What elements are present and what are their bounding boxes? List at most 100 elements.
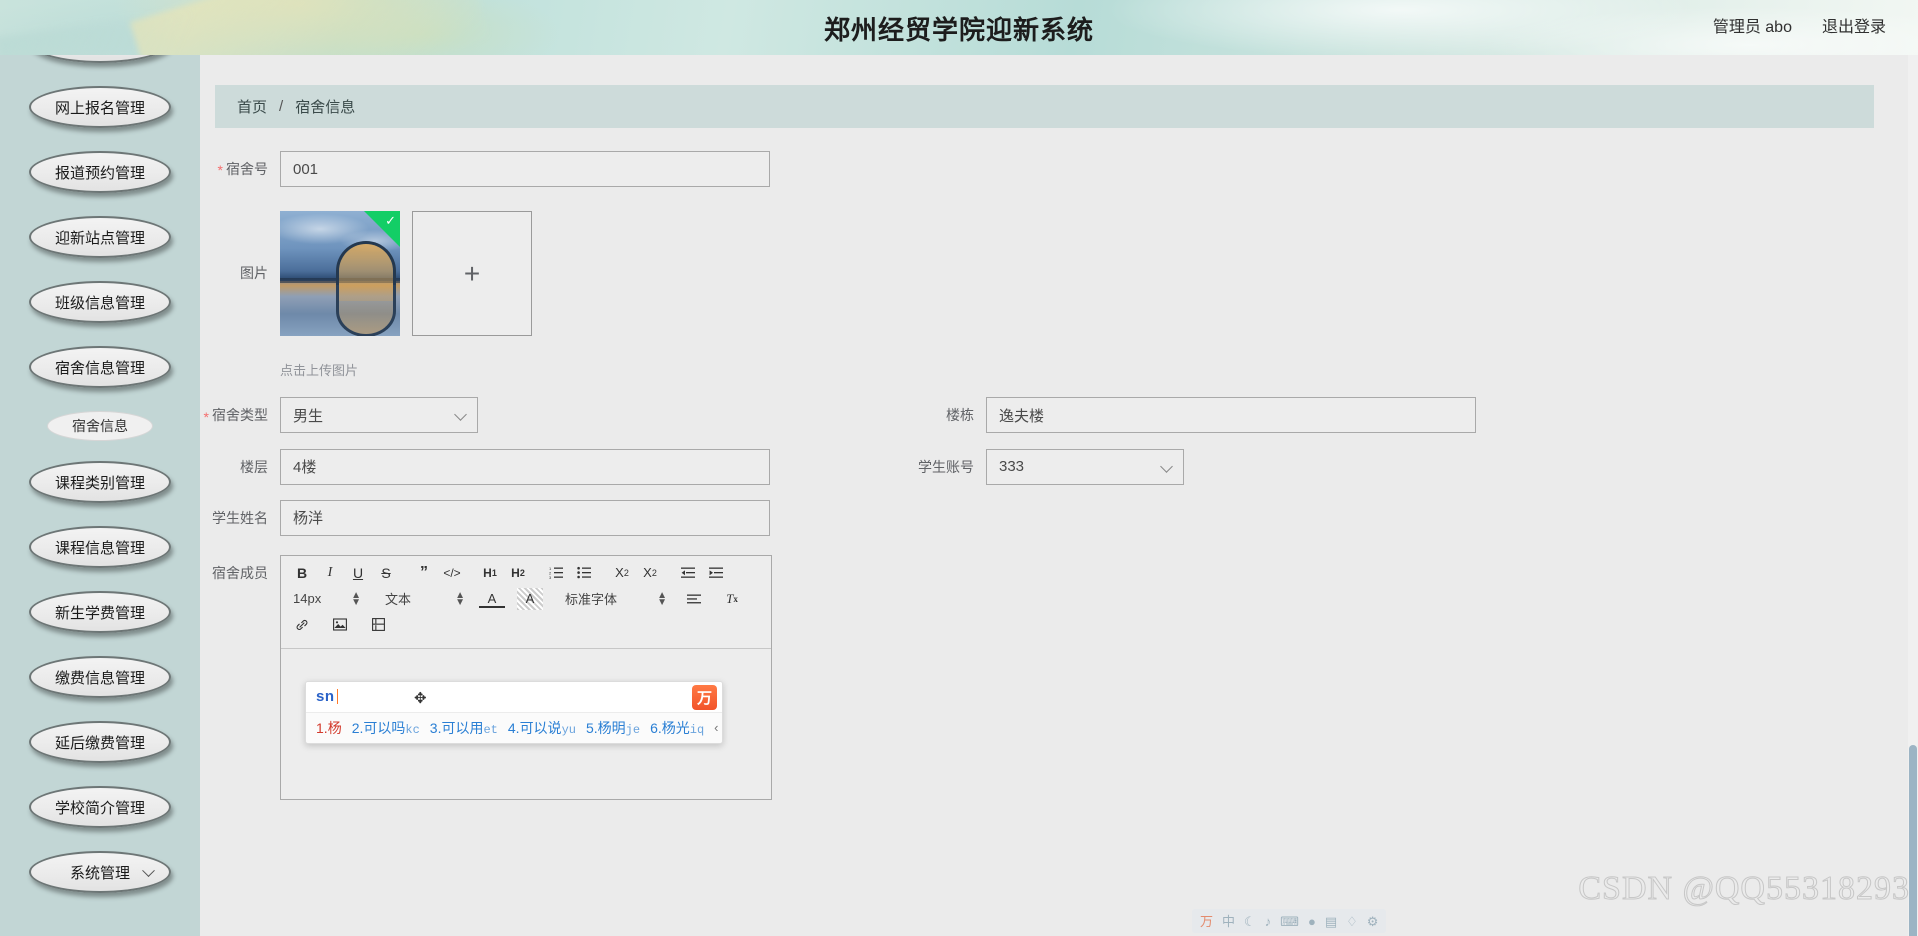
dorm-type-select[interactable] (280, 397, 478, 434)
logout-button[interactable]: 退出登录 (1822, 13, 1886, 37)
ime-page-nav[interactable]: ‹ › (714, 720, 722, 735)
keyboard-icon[interactable]: ⌨ (1280, 915, 1299, 928)
clear-format-icon[interactable]: Tx (719, 588, 745, 610)
field-floor: 楼层 (200, 448, 770, 485)
stepper-icon: ▲ ▼ (455, 589, 465, 608)
text-style-picker[interactable]: 文本 ▲ ▼ (381, 588, 469, 610)
code-block-icon[interactable]: </> (439, 562, 465, 584)
bold-icon[interactable]: B (289, 562, 315, 584)
image-icon[interactable] (327, 614, 353, 636)
sogou-logo-icon[interactable]: 万 (1200, 915, 1213, 928)
heading-2-icon[interactable]: H2 (505, 562, 531, 584)
svg-text:3: 3 (549, 575, 552, 579)
ime-candidate-6[interactable]: 6.杨光iq (650, 718, 704, 738)
outdent-icon[interactable] (675, 562, 701, 584)
video-icon[interactable] (365, 614, 391, 636)
strikethrough-icon[interactable]: S (373, 562, 399, 584)
floor-input[interactable] (280, 448, 770, 485)
editor-content-area[interactable]: sn ✥ 万 1.杨 2.可以吗kc 3.可以用et 4.可以说yu 5.杨明j (281, 648, 771, 799)
sidebar-item-online-registration[interactable]: 网上报名管理 (29, 86, 171, 128)
scrollbar-thumb[interactable] (1909, 745, 1917, 936)
required-star-icon: * (217, 162, 223, 179)
sidebar[interactable]: 网上报名管理 报道预约管理 迎新站点管理 班级信息管理 宿舍信息管理 宿舍信息 … (0, 43, 200, 936)
sidebar-item-payment-info[interactable]: 缴费信息管理 (29, 656, 171, 698)
background-color-icon[interactable]: A (517, 587, 543, 610)
page-scrollbar[interactable] (1908, 55, 1918, 936)
font-size-picker[interactable]: 14px ▲ ▼ (289, 588, 365, 610)
font-family-picker[interactable]: 标准字体 ▲ ▼ (561, 588, 671, 610)
student-name-label: 学生姓名 (212, 509, 268, 526)
student-account-select[interactable] (986, 448, 1184, 485)
chevron-down-icon (142, 864, 155, 878)
sidebar-item-class-info[interactable]: 班级信息管理 (29, 281, 171, 323)
field-student-name: 学生姓名 (200, 499, 770, 536)
link-icon[interactable] (289, 614, 315, 636)
sidebar-item-label: 学校简介管理 (54, 799, 145, 817)
page-title: 郑州经贸学院迎新系统 (823, 15, 1094, 45)
field-dorm-no: * 宿舍号 (200, 151, 770, 188)
ime-candidate-4[interactable]: 4.可以说yu (508, 718, 576, 738)
sidebar-item-freshman-tuition[interactable]: 新生学费管理 (29, 591, 171, 633)
heading-1-icon[interactable]: H1 (477, 562, 503, 584)
skin-icon[interactable]: ♢ (1346, 915, 1358, 928)
field-members: 宿舍成员 B I U S ” </> H1 H2 1 2 3 X 2 X 2 1… (200, 554, 772, 800)
breadcrumb-home[interactable]: 首页 (237, 96, 267, 117)
text-caret-icon (336, 689, 338, 705)
sidebar-item-course-info[interactable]: 课程信息管理 (29, 526, 171, 568)
sidebar-item-deferred-payment[interactable]: 延后缴费管理 (29, 721, 171, 763)
upload-hint-text: 点击上传图片 (280, 363, 359, 379)
student-name-input[interactable] (280, 499, 770, 536)
admin-label[interactable]: 管理员 abo (1713, 13, 1792, 37)
move-cursor-icon[interactable]: ✥ (414, 689, 427, 707)
sidebar-item-label: 课程类别管理 (54, 474, 145, 492)
sidebar-item-welcome-station[interactable]: 迎新站点管理 (29, 216, 171, 258)
sidebar-item-dorm-info-management[interactable]: 宿舍信息管理 (29, 346, 171, 388)
sidebar-item-label: 延后缴费管理 (54, 734, 145, 752)
add-image-button[interactable]: + (412, 211, 532, 337)
ime-status-bar[interactable]: 万 中 ☾ ♪ ⌨ ● ▤ ♢ ⚙ (1192, 909, 1387, 933)
pinyin-icon[interactable]: ♪ (1265, 915, 1272, 928)
dorm-form: *宿舍号 图片 (200, 151, 1918, 800)
blockquote-icon[interactable]: ” (411, 562, 437, 584)
sidebar-item-system-management[interactable]: 系统管理 (29, 851, 171, 893)
ordered-list-icon[interactable]: 123 (543, 562, 569, 584)
chinese-mode-icon[interactable]: 中 (1222, 915, 1235, 928)
sidebar-item-label: 宿舍信息管理 (54, 359, 145, 377)
italic-icon[interactable]: I (317, 562, 343, 584)
floor-label: 楼层 (240, 458, 268, 475)
ime-candidate-5[interactable]: 5.杨明je (586, 718, 640, 738)
building-input[interactable] (986, 397, 1476, 434)
dorm-type-input[interactable] (280, 397, 478, 434)
editor-toolbar-row-3 (289, 614, 763, 636)
bullet-list-icon[interactable] (571, 562, 597, 584)
sidebar-item-label: 缴费信息管理 (54, 669, 145, 687)
indent-icon[interactable] (703, 562, 729, 584)
superscript-icon[interactable]: X2 (637, 562, 663, 584)
user-icon[interactable]: ● (1308, 915, 1316, 928)
student-account-input[interactable] (986, 448, 1184, 485)
moon-icon[interactable]: ☾ (1244, 915, 1256, 928)
sidebar-item-course-category[interactable]: 课程类别管理 (29, 461, 171, 503)
align-icon[interactable] (681, 588, 707, 610)
dorm-no-input[interactable] (280, 151, 770, 187)
sidebar-item-dorm-info[interactable]: 宿舍信息 (47, 411, 153, 441)
ime-candidate-2[interactable]: 2.可以吗kc (352, 718, 420, 738)
subscript-icon[interactable]: X2 (609, 562, 635, 584)
breadcrumb-separator: / (279, 98, 284, 115)
sidebar-item-report-appointment[interactable]: 报道预约管理 (29, 151, 171, 193)
toolbox-icon[interactable]: ▤ (1325, 915, 1337, 928)
gear-icon[interactable]: ⚙ (1367, 915, 1379, 928)
sidebar-item-school-intro[interactable]: 学校简介管理 (29, 786, 171, 828)
student-account-label: 学生账号 (918, 458, 974, 475)
font-color-icon[interactable]: A (479, 591, 505, 609)
field-dorm-type: * 宿舍类型 (200, 397, 478, 434)
font-size-value: 14px (293, 591, 322, 607)
uploaded-image-thumbnail[interactable]: ✓ (280, 211, 400, 337)
underline-icon[interactable]: U (345, 562, 371, 584)
field-picture: 图片 ✓ + 点击上传图片 (200, 211, 532, 379)
ime-candidate-popup[interactable]: sn ✥ 万 1.杨 2.可以吗kc 3.可以用et 4.可以说yu 5.杨明j (305, 680, 723, 744)
sogou-logo-icon[interactable]: 万 (692, 684, 717, 710)
ime-candidate-3[interactable]: 3.可以用et (430, 718, 498, 738)
rich-text-editor[interactable]: B I U S ” </> H1 H2 123 X 2 X 2 14px ▲ ▼… (280, 554, 772, 800)
ime-candidate-1[interactable]: 1.杨 (316, 718, 342, 738)
